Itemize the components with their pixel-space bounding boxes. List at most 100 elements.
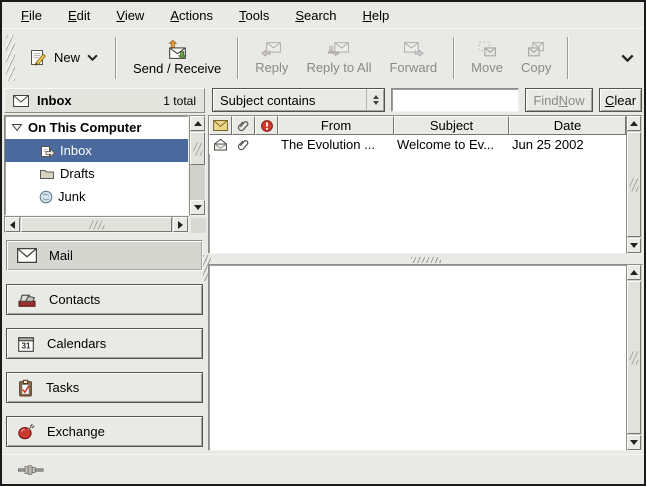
scroll-down-button[interactable]	[627, 435, 641, 450]
message-list-scrollbar[interactable]	[626, 115, 643, 254]
splitter-grip-icon	[411, 257, 441, 263]
move-label: Move	[471, 60, 503, 75]
preview-pane	[208, 264, 643, 451]
drafts-folder-icon	[39, 167, 55, 180]
status-bar	[2, 454, 644, 484]
switcher-label: Exchange	[47, 424, 105, 439]
dropdown-arrows-icon	[366, 89, 384, 111]
scroll-up-button[interactable]	[627, 116, 641, 131]
folder-title-bar: Inbox 1 total	[4, 88, 205, 113]
new-document-icon	[29, 49, 47, 67]
search-input[interactable]	[391, 88, 519, 112]
send-receive-button[interactable]: Send / Receive	[124, 37, 230, 79]
scroll-right-button[interactable]	[173, 217, 188, 232]
tree-item-inbox[interactable]: Inbox	[5, 139, 188, 162]
find-now-button[interactable]: Find Now	[525, 88, 593, 112]
switcher-button-tasks[interactable]: Tasks	[6, 372, 203, 403]
exchange-icon	[17, 423, 35, 440]
tree-item-label: Junk	[58, 189, 85, 204]
search-bar: Subject contains Find Now Clear	[207, 88, 644, 113]
switcher-label: Calendars	[47, 336, 106, 351]
message-status-column-header[interactable]	[209, 116, 232, 135]
switcher-button-calendars[interactable]: Calendars	[6, 328, 203, 359]
message-list: From Subject Date The Evolution ... Welc…	[208, 115, 643, 254]
toolbar-separator	[453, 37, 455, 79]
from-column-header[interactable]: From	[278, 116, 394, 135]
mail-icon	[17, 248, 37, 263]
scrollbar-thumb[interactable]	[190, 132, 205, 165]
forward-button[interactable]: Forward	[380, 38, 446, 78]
offline-plug-icon[interactable]	[18, 464, 44, 476]
main-area: Subject contains Find Now Clear	[207, 84, 644, 454]
scroll-up-button[interactable]	[190, 116, 205, 131]
important-icon	[261, 120, 273, 132]
scrollbar-thumb[interactable]	[627, 281, 641, 434]
tree-item-label: Inbox	[60, 143, 92, 158]
switcher-button-exchange[interactable]: Exchange	[6, 416, 203, 447]
message-from: The Evolution ...	[278, 135, 394, 154]
tree-item-drafts[interactable]: Drafts	[5, 162, 188, 185]
importance-cell	[255, 135, 278, 154]
tree-item-on-this-computer[interactable]: On This Computer	[5, 116, 188, 139]
menu-actions[interactable]: Actions	[157, 4, 226, 27]
scrollbar-thumb[interactable]	[627, 132, 641, 237]
preview-pane-scrollbar[interactable]	[626, 264, 643, 451]
reply-button[interactable]: Reply	[246, 38, 297, 78]
attachment-cell	[232, 135, 255, 154]
copy-button[interactable]: Copy	[512, 38, 560, 78]
sidebar: Inbox 1 total On This Computer Inbox Dra…	[2, 84, 207, 454]
attachment-column-header[interactable]	[232, 116, 255, 135]
message-status-cell	[209, 135, 232, 154]
tasks-icon	[17, 379, 34, 397]
scrollbar-thumb[interactable]	[21, 217, 172, 232]
switcher-button-contacts[interactable]: Contacts	[6, 284, 203, 315]
tree-vertical-scrollbar[interactable]	[189, 115, 206, 216]
switcher-button-mail[interactable]: Mail	[6, 240, 203, 271]
copy-icon	[527, 41, 546, 58]
toolbar-separator	[237, 37, 239, 79]
clear-button[interactable]: Clear	[599, 88, 642, 112]
scroll-left-button[interactable]	[5, 217, 20, 232]
copy-label: Copy	[521, 60, 551, 75]
menu-tools[interactable]: Tools	[226, 4, 282, 27]
importance-column-header[interactable]	[255, 116, 278, 135]
move-icon	[478, 41, 497, 58]
forward-icon	[403, 41, 424, 58]
envelope-icon	[13, 95, 29, 107]
reply-to-all-button[interactable]: Reply to All	[297, 38, 380, 78]
tree-item-label: Drafts	[60, 166, 95, 181]
menu-view[interactable]: View	[103, 4, 157, 27]
toolbar-overflow-button[interactable]	[621, 54, 634, 62]
overflow-chevron-icon	[621, 54, 634, 62]
scroll-down-button[interactable]	[627, 238, 641, 253]
read-message-icon	[213, 138, 228, 151]
preview-pane-view	[208, 264, 627, 451]
search-criteria-dropdown[interactable]: Subject contains	[212, 88, 385, 112]
send-receive-icon	[166, 40, 189, 59]
menu-edit[interactable]: Edit	[55, 4, 103, 27]
tree-item-junk[interactable]: Junk	[5, 185, 188, 208]
scroll-up-button[interactable]	[627, 265, 641, 280]
subject-column-header[interactable]: Subject	[394, 116, 509, 135]
inbox-folder-icon	[39, 143, 55, 159]
menu-help[interactable]: Help	[350, 4, 403, 27]
menu-search[interactable]: Search	[282, 4, 349, 27]
menu-file[interactable]: File	[8, 4, 55, 27]
attachment-icon	[237, 138, 250, 151]
tree-horizontal-scrollbar[interactable]	[4, 216, 189, 233]
toolbar-drag-handle[interactable]	[6, 35, 15, 81]
send-receive-label: Send / Receive	[133, 61, 221, 76]
search-criteria-value: Subject contains	[220, 93, 315, 108]
junk-icon	[39, 190, 53, 204]
expander-icon[interactable]	[11, 123, 23, 132]
reply-to-all-label: Reply to All	[306, 60, 371, 75]
message-row[interactable]: The Evolution ... Welcome to Ev... Jun 2…	[209, 135, 626, 154]
switcher-label: Contacts	[49, 292, 100, 307]
new-button[interactable]: New	[19, 43, 108, 73]
move-button[interactable]: Move	[462, 38, 512, 78]
date-column-header[interactable]: Date	[509, 116, 626, 135]
preview-pane-splitter[interactable]	[207, 256, 644, 264]
scroll-down-button[interactable]	[190, 200, 205, 215]
attachment-icon	[237, 119, 250, 132]
message-date: Jun 25 2002	[509, 135, 626, 154]
